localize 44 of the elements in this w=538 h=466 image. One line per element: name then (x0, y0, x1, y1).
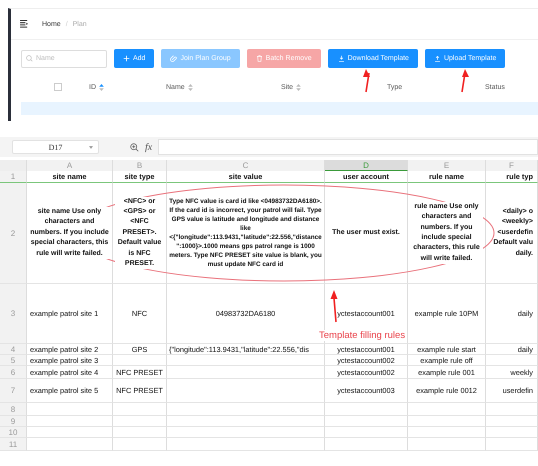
row-number[interactable]: 8 (0, 403, 27, 416)
arrow-annotation (461, 69, 469, 92)
spreadsheet-cell (486, 427, 538, 438)
arrow-annotation (330, 290, 338, 322)
column-letter[interactable]: C (167, 160, 325, 171)
annotation-caption: Template filling rules (318, 330, 406, 341)
select-all-corner[interactable] (0, 160, 27, 171)
column-letter[interactable]: E (408, 160, 486, 171)
row-number[interactable]: 1 (0, 171, 27, 183)
column-letter[interactable]: F (486, 160, 538, 171)
menu-icon[interactable] (20, 20, 29, 28)
row-number[interactable]: 5 (0, 355, 27, 366)
column-letter[interactable]: D (325, 160, 408, 171)
zoom-icon[interactable] (130, 142, 139, 152)
caret-icon[interactable] (89, 146, 93, 148)
cell-reference-field[interactable]: D17 (12, 140, 99, 154)
spreadsheet-cell (113, 427, 167, 438)
spreadsheet-cell (486, 416, 538, 427)
row-number[interactable]: 9 (0, 416, 27, 427)
spreadsheet-cell (113, 438, 167, 451)
row-number[interactable]: 11 (0, 438, 27, 451)
formula-field[interactable] (158, 139, 538, 155)
paperclip-icon (170, 55, 178, 62)
row-number[interactable]: 2 (0, 183, 27, 284)
row-number[interactable]: 7 (0, 379, 27, 403)
row-number[interactable]: 10 (0, 427, 27, 438)
column-letter[interactable]: B (113, 160, 167, 171)
function-label[interactable]: fx (145, 142, 152, 152)
row-number[interactable]: 4 (0, 344, 27, 355)
spreadsheet-cell (113, 416, 167, 427)
sort-icon[interactable] (296, 84, 302, 90)
column-letter[interactable]: A (27, 160, 113, 171)
trash-icon (256, 55, 263, 62)
arrow-annotation (363, 69, 370, 92)
row-number[interactable]: 6 (0, 366, 27, 379)
sort-icon[interactable] (188, 84, 193, 90)
spreadsheet-cell (486, 438, 538, 451)
plus-icon (123, 55, 130, 62)
row-number[interactable]: 3 (0, 284, 27, 344)
upload-icon (434, 55, 441, 62)
download-icon (338, 55, 345, 62)
search-icon (26, 55, 33, 62)
select-all-checkbox[interactable] (54, 83, 62, 91)
sort-icon[interactable] (99, 84, 104, 90)
